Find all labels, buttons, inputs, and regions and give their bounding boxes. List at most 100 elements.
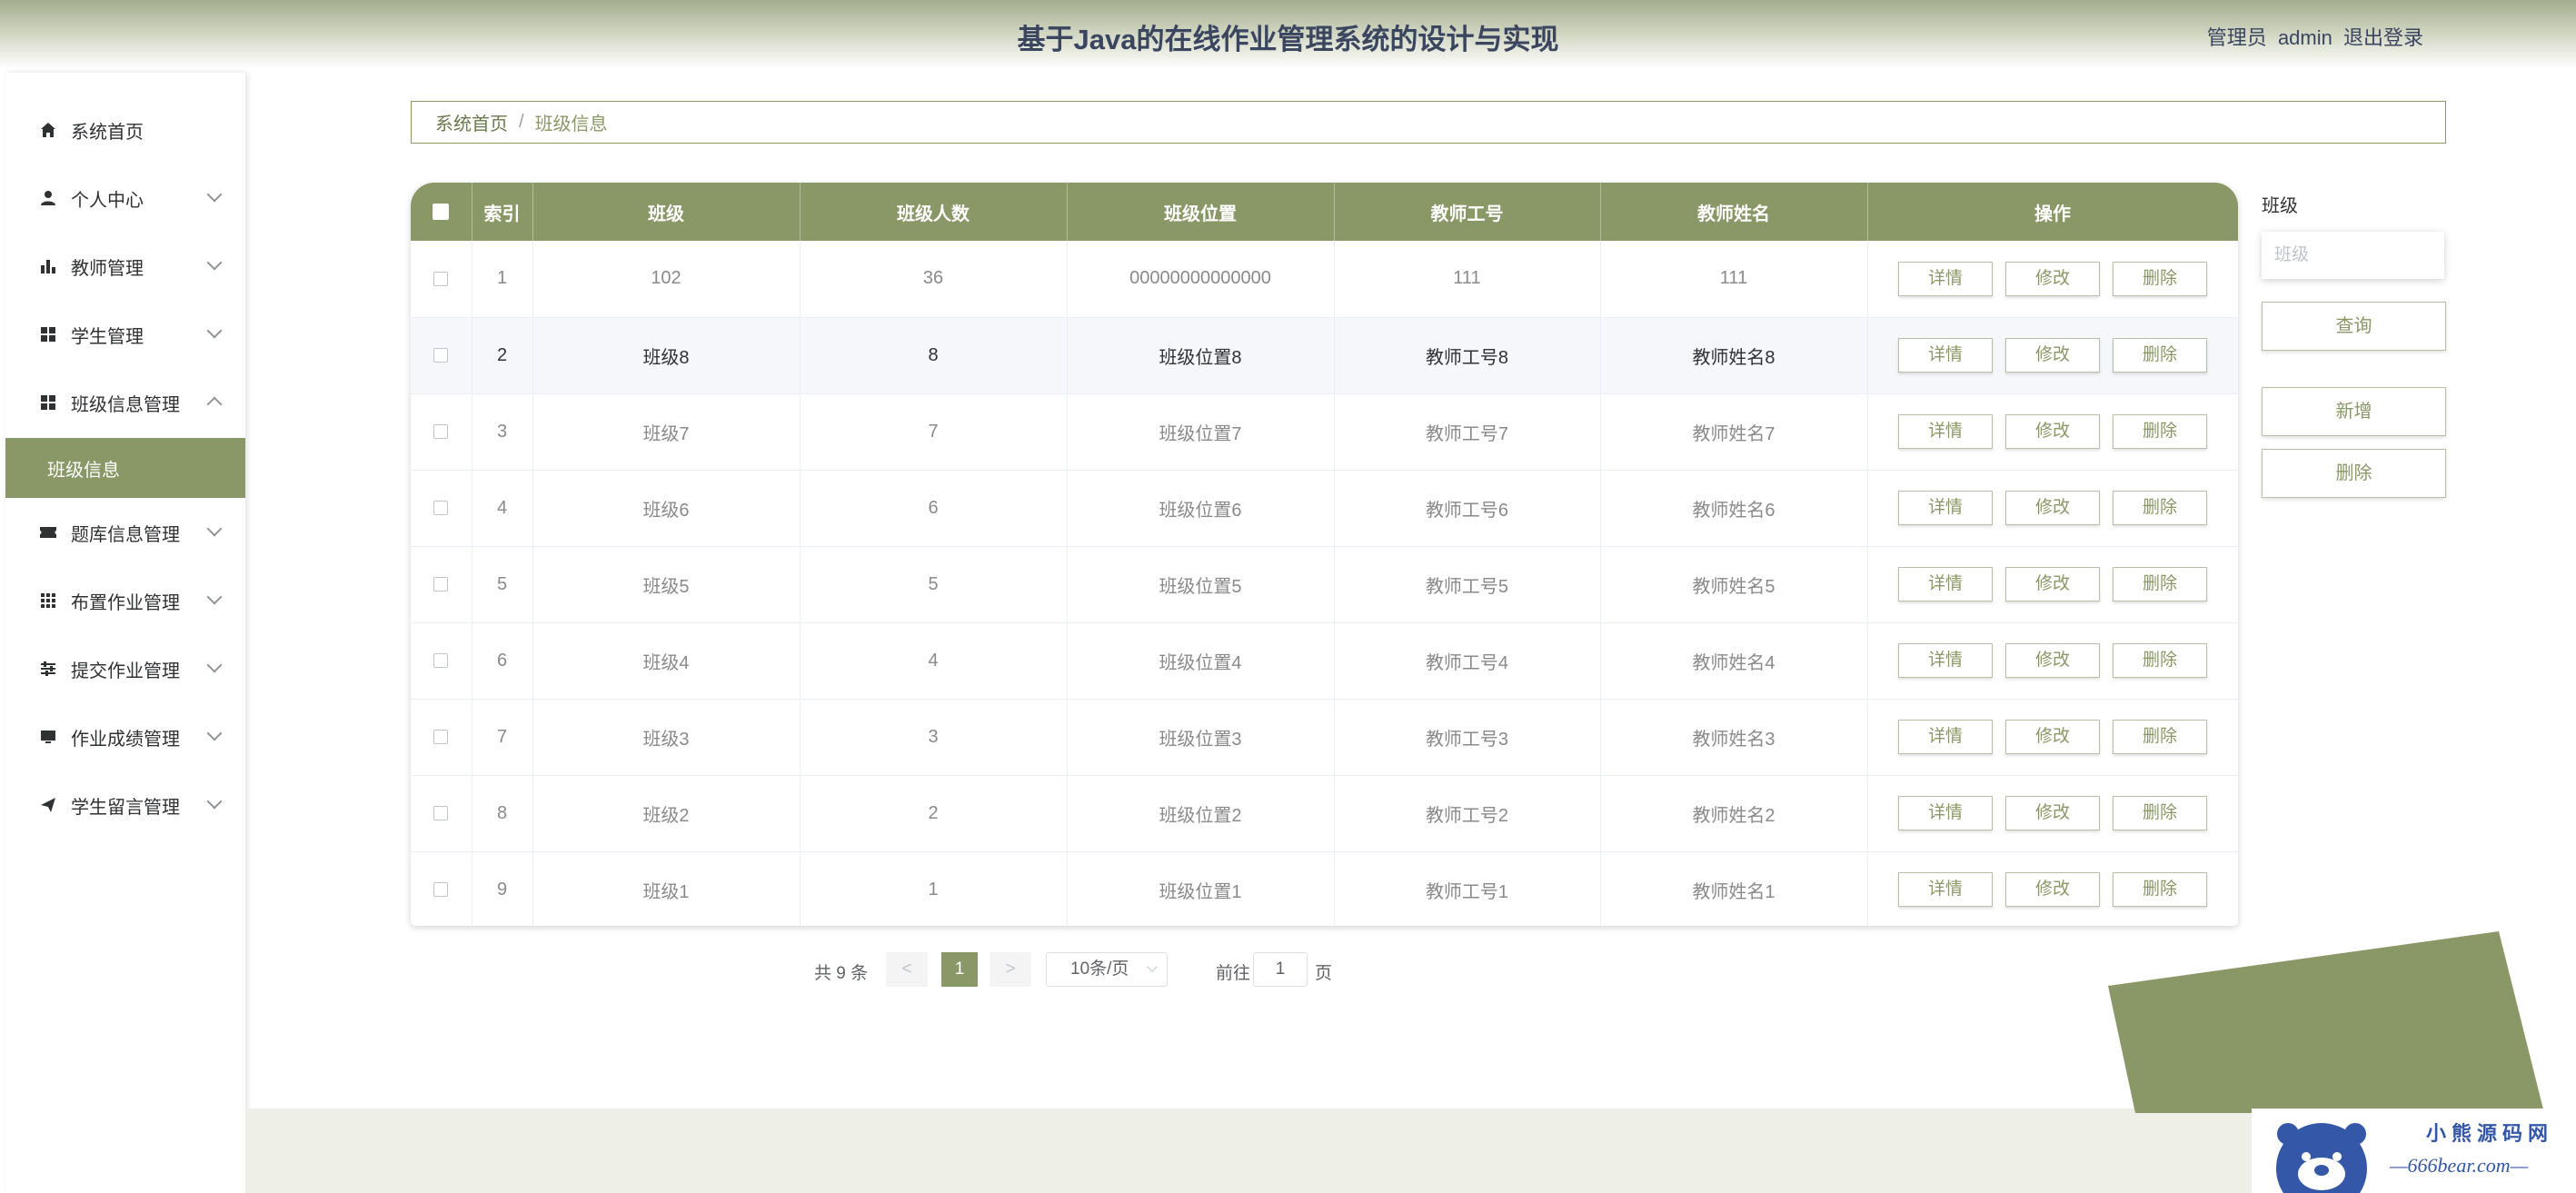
- delete-button[interactable]: 删除: [2113, 567, 2207, 601]
- chevron-down-icon: [206, 254, 223, 271]
- cell-teacher-name: 教师姓名8: [1600, 317, 1868, 393]
- delete-button[interactable]: 删除: [2113, 872, 2207, 907]
- sidebar-item-homework-grades[interactable]: 作业成绩管理: [5, 708, 245, 766]
- detail-button[interactable]: 详情: [1898, 872, 1993, 907]
- cell-location: 00000000000000: [1067, 241, 1335, 317]
- class-search-input[interactable]: [2262, 232, 2444, 279]
- edit-button[interactable]: 修改: [2005, 720, 2100, 754]
- cell-class: 班级5: [532, 546, 801, 622]
- breadcrumb: 系统首页 / 班级信息: [411, 101, 2446, 144]
- logout-link[interactable]: 退出登录: [2343, 26, 2423, 49]
- next-page-button[interactable]: >: [990, 952, 1031, 987]
- delete-button[interactable]: 删除: [2113, 261, 2207, 296]
- delete-button[interactable]: 删除: [2113, 796, 2207, 830]
- cell-teacher-id: 教师工号8: [1334, 317, 1601, 393]
- delete-button[interactable]: 删除: [2113, 491, 2207, 525]
- cell-location: 班级位置8: [1067, 317, 1335, 393]
- page-size-value: 10条/页: [1070, 959, 1129, 979]
- cell-teacher-name: 教师姓名4: [1600, 622, 1868, 699]
- row-checkbox[interactable]: [433, 653, 449, 669]
- edit-button[interactable]: 修改: [2005, 796, 2100, 830]
- select-all-checkbox[interactable]: [433, 204, 450, 221]
- table-row: 1 102 36 00000000000000 111 111 详情 修改 删除: [411, 241, 2238, 317]
- row-checkbox[interactable]: [433, 501, 449, 516]
- sidebar-item-profile[interactable]: 个人中心: [5, 169, 245, 227]
- row-checkbox[interactable]: [433, 348, 449, 363]
- column-header: 索引: [472, 183, 533, 241]
- row-checkbox[interactable]: [433, 577, 449, 592]
- detail-button[interactable]: 详情: [1898, 643, 1993, 678]
- sidebar-item-label: 教师管理: [71, 258, 144, 279]
- cell-index: 5: [472, 546, 533, 622]
- sidebar-item-students[interactable]: 学生管理: [5, 305, 245, 363]
- row-checkbox[interactable]: [433, 424, 449, 440]
- cell-class: 102: [532, 241, 801, 317]
- sidebar-item-assign-homework[interactable]: 布置作业管理: [5, 572, 245, 630]
- detail-button[interactable]: 详情: [1898, 720, 1993, 754]
- cell-index: 1: [472, 241, 533, 317]
- cell-teacher-name: 教师姓名2: [1600, 775, 1868, 851]
- breadcrumb-home[interactable]: 系统首页: [435, 109, 508, 135]
- monitor-icon: [38, 727, 58, 747]
- detail-button[interactable]: 详情: [1898, 796, 1993, 830]
- detail-button[interactable]: 详情: [1898, 567, 1993, 601]
- edit-button[interactable]: 修改: [2005, 338, 2100, 373]
- edit-button[interactable]: 修改: [2005, 643, 2100, 678]
- sidebar-item-student-messages[interactable]: 学生留言管理: [5, 776, 245, 834]
- sidebar-item-home[interactable]: 系统首页: [5, 101, 245, 159]
- edit-button[interactable]: 修改: [2005, 491, 2100, 525]
- page-size-select[interactable]: 10条/页: [1046, 952, 1168, 987]
- cell-teacher-id: 教师工号4: [1334, 622, 1601, 699]
- edit-button[interactable]: 修改: [2005, 414, 2100, 449]
- user-role: 管理员: [2206, 26, 2267, 49]
- cell-index: 7: [472, 699, 533, 775]
- detail-button[interactable]: 详情: [1898, 338, 1993, 373]
- chevron-down-icon: [1147, 961, 1158, 972]
- sidebar-item-teachers[interactable]: 教师管理: [5, 237, 245, 295]
- cell-class: 班级3: [532, 699, 801, 775]
- detail-button[interactable]: 详情: [1898, 414, 1993, 449]
- sidebar-subitem-class-info[interactable]: 班级信息: [5, 438, 245, 498]
- sidebar-item-class-info[interactable]: 班级信息管理: [5, 373, 245, 432]
- cell-count: 3: [800, 699, 1068, 775]
- chevron-down-icon: [206, 793, 223, 810]
- row-checkbox[interactable]: [433, 882, 449, 898]
- table-row: 7 班级3 3 班级位置3 教师工号3 教师姓名3 详情 修改 删除: [411, 699, 2238, 775]
- select-all-cell[interactable]: [411, 183, 472, 241]
- cell-class: 班级1: [532, 851, 801, 926]
- edit-button[interactable]: 修改: [2005, 567, 2100, 601]
- cell-teacher-name: 111: [1600, 241, 1868, 317]
- cell-location: 班级位置7: [1067, 393, 1335, 470]
- delete-button[interactable]: 删除: [2113, 643, 2207, 678]
- row-checkbox[interactable]: [433, 271, 449, 286]
- sidebar-item-question-bank[interactable]: 题库信息管理: [5, 503, 245, 562]
- page-number-button[interactable]: 1: [941, 952, 978, 987]
- query-button[interactable]: 查询: [2262, 302, 2446, 351]
- prev-page-button[interactable]: <: [886, 952, 928, 987]
- table-row: 9 班级1 1 班级位置1 教师工号1 教师姓名1 详情 修改 删除: [411, 851, 2238, 926]
- sidebar-item-label: 作业成绩管理: [71, 729, 180, 750]
- delete-button[interactable]: 删除: [2113, 720, 2207, 754]
- detail-button[interactable]: 详情: [1898, 261, 1993, 296]
- grid-icon: [38, 393, 58, 413]
- watermark-cn: 小熊源码网: [2426, 1122, 2554, 1145]
- row-checkbox[interactable]: [433, 730, 449, 745]
- edit-button[interactable]: 修改: [2005, 872, 2100, 907]
- table-header-row: 索引 班级 班级人数 班级位置 教师工号 教师姓名 操作: [411, 183, 2238, 241]
- grid-icon: [38, 324, 58, 344]
- sidebar-item-submit-homework[interactable]: 提交作业管理: [5, 640, 245, 698]
- cell-class: 班级7: [532, 393, 801, 470]
- add-button[interactable]: 新增: [2262, 387, 2446, 436]
- edit-button[interactable]: 修改: [2005, 261, 2100, 296]
- cell-count: 2: [800, 775, 1068, 851]
- cell-location: 班级位置4: [1067, 622, 1335, 699]
- cell-actions: 详情 修改 删除: [1867, 470, 2238, 546]
- row-checkbox[interactable]: [433, 806, 449, 821]
- goto-page-input[interactable]: [1253, 952, 1308, 987]
- delete-button[interactable]: 删除: [2113, 414, 2207, 449]
- delete-button[interactable]: 删除: [2113, 338, 2207, 373]
- detail-button[interactable]: 详情: [1898, 491, 1993, 525]
- sidebar-item-label: 系统首页: [71, 122, 144, 143]
- send-icon: [38, 795, 58, 815]
- batch-delete-button[interactable]: 删除: [2262, 449, 2446, 498]
